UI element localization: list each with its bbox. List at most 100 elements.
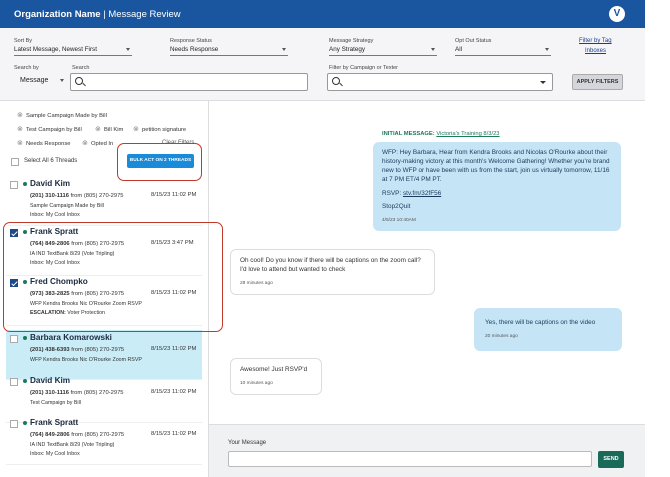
from-label: from	[70, 390, 83, 396]
annotation-highlight	[3, 222, 223, 332]
status-dot-icon	[23, 182, 27, 186]
thread-checkbox[interactable]	[10, 420, 18, 428]
contact-phone: (201) 438-6393	[30, 347, 70, 353]
message-bubble-incoming: Awesome! Just RSVP'd 10 minutes ago	[230, 358, 322, 395]
chevron-down-icon	[282, 48, 286, 51]
select-all-label: Select All 6 Threads	[24, 158, 78, 164]
search-by-select[interactable]: Message	[20, 75, 66, 87]
thread-checkbox[interactable]	[10, 378, 18, 386]
campaign-name: Sample Campaign Made by Bill	[30, 203, 104, 209]
from-phone: (805) 270-2975	[84, 347, 125, 353]
search-by-label: Search by	[14, 65, 39, 71]
inboxes-link[interactable]: Inboxes	[585, 48, 606, 54]
page-name: Message Review	[108, 9, 181, 20]
campaign-filter-label: Filter by Campaign or Texter	[329, 65, 398, 71]
status-dot-icon	[23, 421, 27, 425]
page-margin	[645, 0, 670, 477]
opt-out-status-select[interactable]: All	[455, 44, 551, 56]
rsvp-line: RSVP: stv.fm/32fF56	[382, 189, 612, 198]
search-label: Search	[72, 65, 90, 71]
message-text: Oh cool! Do you know if there will be ca…	[240, 257, 421, 273]
org-name: Organization Name	[14, 9, 101, 20]
campaign-name: WFP Kendra Brooks Nic O'Rourke Zoom RSVP	[30, 357, 142, 363]
message-input[interactable]	[228, 451, 592, 467]
contact-name: Frank Spratt	[30, 418, 79, 427]
thread-list-panel: Sample Campaign Made by Bill Test Campai…	[0, 101, 223, 477]
message-text: Awesome! Just RSVP'd	[240, 366, 308, 373]
contact-name: David Kim	[30, 179, 71, 188]
phone-line: (201) 310-1116 from (805) 270-2975	[30, 193, 124, 199]
campaign-name: Test Campaign by Bill	[30, 400, 81, 406]
select-all-checkbox[interactable]	[11, 158, 19, 166]
rsvp-link[interactable]: stv.fm/32fF56	[403, 190, 441, 197]
chevron-down-icon	[126, 48, 130, 51]
phone-line: (764) 849-2806 from (805) 270-2975	[30, 432, 124, 438]
from-phone: (805) 270-2975	[83, 193, 124, 199]
send-button[interactable]: SEND	[598, 451, 624, 468]
thread-row[interactable]: David Kim (201) 310-1116 from (805) 270-2…	[6, 176, 202, 226]
page-title: Organization Name | Message Review	[14, 9, 181, 20]
filter-chip[interactable]: Opted In	[82, 139, 113, 149]
filter-by-tag-link[interactable]: Filter by Tag	[579, 38, 612, 44]
status-dot-icon	[23, 336, 27, 340]
filter-bar: Sort By Latest Message, Newest First Res…	[0, 28, 645, 101]
search-input[interactable]	[70, 73, 308, 91]
from-label: from	[71, 347, 83, 353]
filter-chip[interactable]: Test Campaign by Bill	[17, 125, 82, 135]
campaign-name: IA IND TextBank 8/29 (Vote Tripling)	[30, 442, 115, 448]
contact-phone: (201) 310-1116	[30, 193, 70, 199]
message-bubble-incoming: Oh cool! Do you know if there will be ca…	[230, 249, 435, 295]
sort-by-value: Latest Message, Newest First	[14, 46, 97, 53]
avatar[interactable]: V	[609, 6, 625, 22]
from-label: from	[71, 432, 83, 438]
thread-row[interactable]: Frank Spratt (764) 849-2806 from (805) 27…	[6, 415, 202, 465]
opt-out-text: Stop2Quit	[382, 203, 411, 210]
response-status-select[interactable]: Needs Response	[170, 44, 288, 56]
filter-chip[interactable]: Sample Campaign Made by Bill	[17, 111, 107, 121]
campaign-filter-input[interactable]	[327, 73, 553, 91]
contact-name: Barbara Komarowski	[30, 333, 112, 342]
search-icon	[75, 77, 83, 85]
search-by-value: Message	[20, 77, 49, 84]
filter-chip[interactable]: Bill Kim	[95, 125, 123, 135]
phone-line: (201) 310-1116 from (805) 270-2975	[30, 390, 124, 396]
thread-checkbox[interactable]	[10, 335, 18, 343]
search-icon	[332, 77, 340, 85]
conversation-panel: INITIAL MESSAGE: Victoria's Training 8/3…	[209, 101, 645, 424]
contact-phone: (764) 849-2806	[30, 432, 70, 438]
chevron-down-icon	[431, 48, 435, 51]
thread-date: 8/15/23 11:02 PM	[151, 192, 197, 198]
chevron-down-icon	[545, 48, 549, 51]
response-status-value: Needs Response	[170, 46, 219, 53]
message-bubble-outgoing: Yes, there will be captions on the video…	[474, 308, 622, 351]
message-time: 10 minutes ago	[240, 381, 273, 386]
from-phone: (805) 270-2975	[84, 432, 125, 438]
message-strategy-select[interactable]: Any Strategy	[329, 44, 437, 56]
initial-message-prefix: INITIAL MESSAGE:	[382, 131, 435, 137]
status-dot-icon	[23, 379, 27, 383]
message-text: Yes, there will be captions on the video	[485, 319, 596, 326]
thread-date: 8/15/23 11:02 PM	[151, 431, 197, 437]
message-time: 28 minutes ago	[240, 281, 273, 286]
filter-chip[interactable]: petition signature	[133, 125, 186, 135]
initial-message-label: INITIAL MESSAGE: Victoria's Training 8/3…	[382, 131, 500, 137]
opt-out-status-value: All	[455, 46, 462, 53]
top-bar: Organization Name | Message Review V	[0, 0, 645, 28]
initial-campaign-link[interactable]: Victoria's Training 8/3/23	[436, 131, 499, 137]
chevron-down-icon	[60, 79, 64, 82]
rsvp-label: RSVP:	[382, 190, 402, 197]
message-strategy-value: Any Strategy	[329, 46, 366, 53]
contact-name: David Kim	[30, 376, 71, 385]
thread-checkbox[interactable]	[10, 181, 18, 189]
sort-by-select[interactable]: Latest Message, Newest First	[14, 44, 132, 56]
chevron-down-icon	[540, 81, 546, 84]
message-bubble-outgoing: WFP: Hey Barbara, Hear from Kendra Brook…	[373, 142, 621, 231]
message-text: WFP: Hey Barbara, Hear from Kendra Brook…	[382, 149, 610, 183]
compose-area: Your Message SEND	[209, 424, 645, 477]
phone-line: (201) 438-6393 from (805) 270-2975	[30, 347, 124, 353]
message-time: 4/5/23 10:40AM	[382, 218, 416, 223]
apply-filters-button[interactable]: APPLY FILTERS	[572, 74, 623, 90]
filter-chip[interactable]: Needs Response	[17, 139, 70, 149]
from-label: from	[70, 193, 83, 199]
message-time: 20 minutes ago	[485, 334, 518, 339]
